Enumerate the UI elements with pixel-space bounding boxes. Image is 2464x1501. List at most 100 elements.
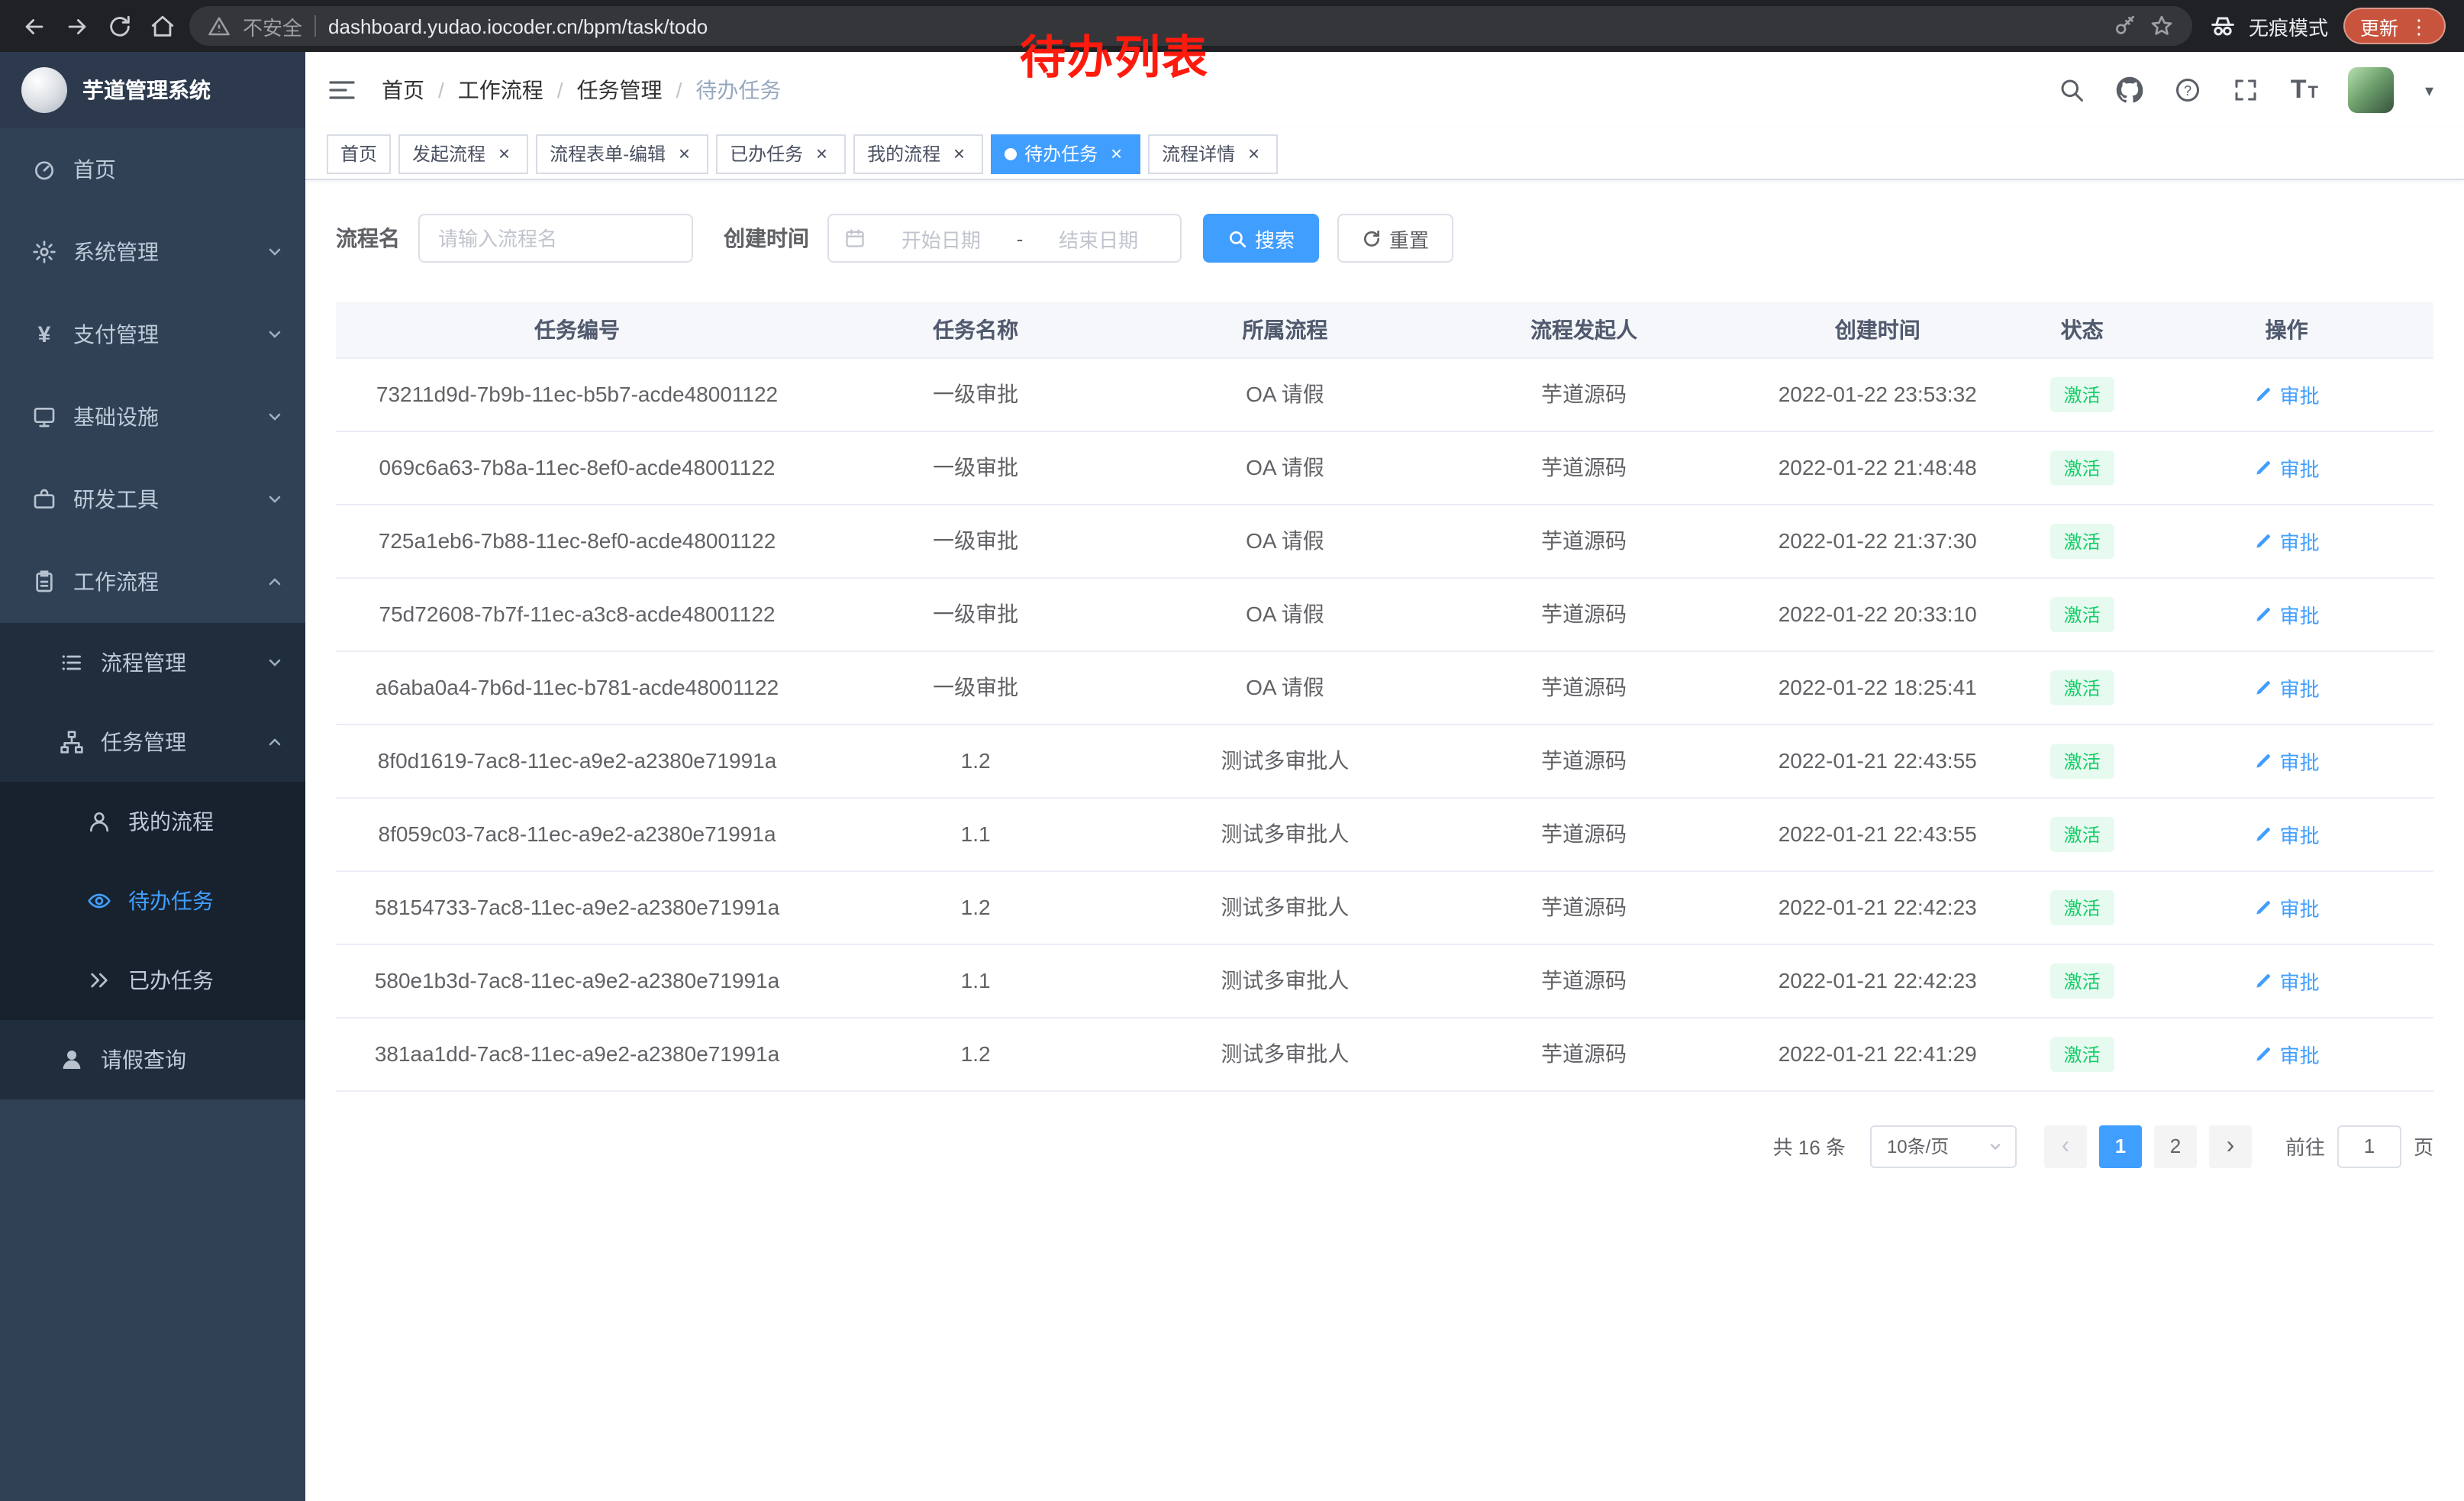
search-button[interactable]: 搜索 bbox=[1203, 214, 1319, 263]
tab-close-icon[interactable]: × bbox=[1105, 143, 1127, 164]
approve-link[interactable]: 审批 bbox=[2254, 893, 2320, 922]
sidebar-toggle-icon[interactable] bbox=[327, 75, 357, 105]
home-button[interactable] bbox=[140, 5, 183, 47]
tab-3[interactable]: 已办任务 × bbox=[716, 134, 846, 173]
back-button[interactable] bbox=[12, 5, 55, 47]
prev-page-button[interactable]: ‹ bbox=[2044, 1125, 2087, 1167]
github-icon[interactable] bbox=[2117, 76, 2144, 104]
breadcrumb-home[interactable]: 首页 bbox=[382, 75, 424, 105]
sidebar-item-workflow[interactable]: 工作流程 bbox=[0, 541, 305, 623]
tab-5[interactable]: 待办任务 × bbox=[991, 134, 1140, 173]
goto-page-input[interactable] bbox=[2337, 1125, 2401, 1167]
page-size-select[interactable]: 10条/页 bbox=[1870, 1125, 2017, 1167]
approve-link[interactable]: 审批 bbox=[2254, 746, 2320, 775]
approve-link[interactable]: 审批 bbox=[2254, 966, 2320, 995]
tab-6[interactable]: 流程详情 × bbox=[1148, 134, 1278, 173]
tab-4[interactable]: 我的流程 × bbox=[853, 134, 983, 173]
col-header-created-time: 创建时间 bbox=[1730, 302, 2024, 357]
sidebar-item-task-mgmt[interactable]: 任务管理 bbox=[0, 702, 305, 782]
tab-close-icon[interactable]: × bbox=[493, 143, 514, 164]
update-button[interactable]: 更新 ⋮ bbox=[2343, 8, 2446, 44]
cell-process: 测试多审批人 bbox=[1133, 944, 1437, 1017]
approve-link-label: 审批 bbox=[2280, 673, 2320, 702]
search-icon[interactable] bbox=[2059, 76, 2086, 104]
approve-link[interactable]: 审批 bbox=[2254, 819, 2320, 848]
cell-created-time: 2022-01-21 22:43:55 bbox=[1730, 797, 2024, 870]
sidebar-item-todo-tasks[interactable]: 待办任务 bbox=[0, 861, 305, 941]
breadcrumb-task-mgmt[interactable]: 任务管理 bbox=[577, 75, 663, 105]
approve-link[interactable]: 审批 bbox=[2254, 1039, 2320, 1068]
next-page-button[interactable]: › bbox=[2209, 1125, 2252, 1167]
page-button-2[interactable]: 2 bbox=[2154, 1125, 2197, 1167]
process-name-input[interactable] bbox=[418, 214, 693, 263]
incognito-badge: 无痕模式 bbox=[2208, 11, 2328, 41]
cell-task-name: 1.2 bbox=[818, 724, 1133, 797]
tab-2[interactable]: 流程表单-编辑 × bbox=[536, 134, 708, 173]
user-icon bbox=[85, 809, 113, 834]
cell-status: 激活 bbox=[2024, 357, 2140, 431]
process-name-label: 流程名 bbox=[336, 223, 400, 253]
table-row: a6aba0a4-7b6d-11ec-b781-acde48001122 一级审… bbox=[336, 650, 2433, 724]
refresh-icon bbox=[1362, 228, 1382, 248]
fullscreen-icon[interactable] bbox=[2233, 76, 2260, 104]
approve-link[interactable]: 审批 bbox=[2254, 673, 2320, 702]
top-navbar: 首页 / 工作流程 / 任务管理 / 待办任务 ? bbox=[305, 52, 2464, 128]
sidebar-item-infrastructure[interactable]: 基础设施 bbox=[0, 376, 305, 458]
bookmark-star-icon[interactable] bbox=[2150, 14, 2174, 38]
tab-0[interactable]: 首页 bbox=[327, 134, 391, 173]
cell-status: 激活 bbox=[2024, 724, 2140, 797]
goto-label: 前往 bbox=[2285, 1131, 2325, 1160]
sidebar-item-my-process[interactable]: 我的流程 bbox=[0, 782, 305, 861]
breadcrumb-workflow[interactable]: 工作流程 bbox=[458, 75, 543, 105]
sidebar-item-process-mgmt[interactable]: 流程管理 bbox=[0, 623, 305, 702]
cell-process: OA 请假 bbox=[1133, 431, 1437, 504]
help-icon[interactable]: ? bbox=[2175, 76, 2202, 104]
avatar[interactable] bbox=[2349, 67, 2395, 113]
cell-task-name: 1.2 bbox=[818, 870, 1133, 944]
font-size-icon[interactable]: TT bbox=[2291, 75, 2318, 105]
edit-icon bbox=[2254, 604, 2274, 624]
approve-link[interactable]: 审批 bbox=[2254, 526, 2320, 555]
breadcrumb-separator: / bbox=[438, 78, 444, 102]
menu-dots-icon[interactable]: ⋮ bbox=[2409, 16, 2429, 36]
tab-close-icon[interactable]: × bbox=[948, 143, 969, 164]
cell-process: OA 请假 bbox=[1133, 504, 1437, 577]
tab-label: 我的流程 bbox=[867, 140, 940, 166]
cell-actions: 审批 bbox=[2140, 944, 2433, 1017]
forward-button[interactable] bbox=[55, 5, 98, 47]
cell-status: 激活 bbox=[2024, 577, 2140, 650]
sidebar-item-system[interactable]: 系统管理 bbox=[0, 211, 305, 293]
sidebar-item-payment[interactable]: ¥ 支付管理 bbox=[0, 293, 305, 376]
col-header-task-id: 任务编号 bbox=[336, 302, 818, 357]
sidebar-item-done-tasks[interactable]: 已办任务 bbox=[0, 941, 305, 1020]
reload-button[interactable] bbox=[98, 5, 140, 47]
page-button-1[interactable]: 1 bbox=[2099, 1125, 2142, 1167]
cell-initiator: 芋道源码 bbox=[1437, 1017, 1731, 1090]
cell-process: 测试多审批人 bbox=[1133, 870, 1437, 944]
date-range-picker[interactable]: 开始日期 - 结束日期 bbox=[827, 214, 1182, 263]
col-header-actions: 操作 bbox=[2140, 302, 2433, 357]
tab-1[interactable]: 发起流程 × bbox=[398, 134, 528, 173]
approve-link[interactable]: 审批 bbox=[2254, 453, 2320, 482]
tab-close-icon[interactable]: × bbox=[1243, 143, 1264, 164]
tab-close-icon[interactable]: × bbox=[811, 143, 832, 164]
chevron-up-icon bbox=[266, 733, 284, 751]
tab-label: 流程表单-编辑 bbox=[550, 140, 666, 166]
sidebar-item-leave-query[interactable]: 请假查询 bbox=[0, 1020, 305, 1099]
approve-link[interactable]: 审批 bbox=[2254, 599, 2320, 628]
approve-link[interactable]: 审批 bbox=[2254, 379, 2320, 408]
sidebar-item-home[interactable]: 首页 bbox=[0, 128, 305, 211]
sidebar-item-label: 首页 bbox=[73, 154, 284, 185]
password-key-icon[interactable] bbox=[2113, 14, 2137, 38]
reset-button[interactable]: 重置 bbox=[1337, 214, 1453, 263]
chevron-down-icon[interactable]: ▾ bbox=[2425, 80, 2433, 100]
chevron-down-icon bbox=[266, 243, 284, 261]
cell-actions: 审批 bbox=[2140, 870, 2433, 944]
status-badge: 激活 bbox=[2050, 963, 2114, 998]
cell-task-id: 725a1eb6-7b88-11ec-8ef0-acde48001122 bbox=[336, 504, 818, 577]
pagination: 共 16 条 10条/页 ‹ 1 2 › 前往 页 bbox=[336, 1125, 2433, 1167]
cell-status: 激活 bbox=[2024, 870, 2140, 944]
sidebar-item-dev-tools[interactable]: 研发工具 bbox=[0, 458, 305, 541]
tab-close-icon[interactable]: × bbox=[673, 143, 695, 164]
sidebar-item-label: 待办任务 bbox=[128, 886, 284, 916]
